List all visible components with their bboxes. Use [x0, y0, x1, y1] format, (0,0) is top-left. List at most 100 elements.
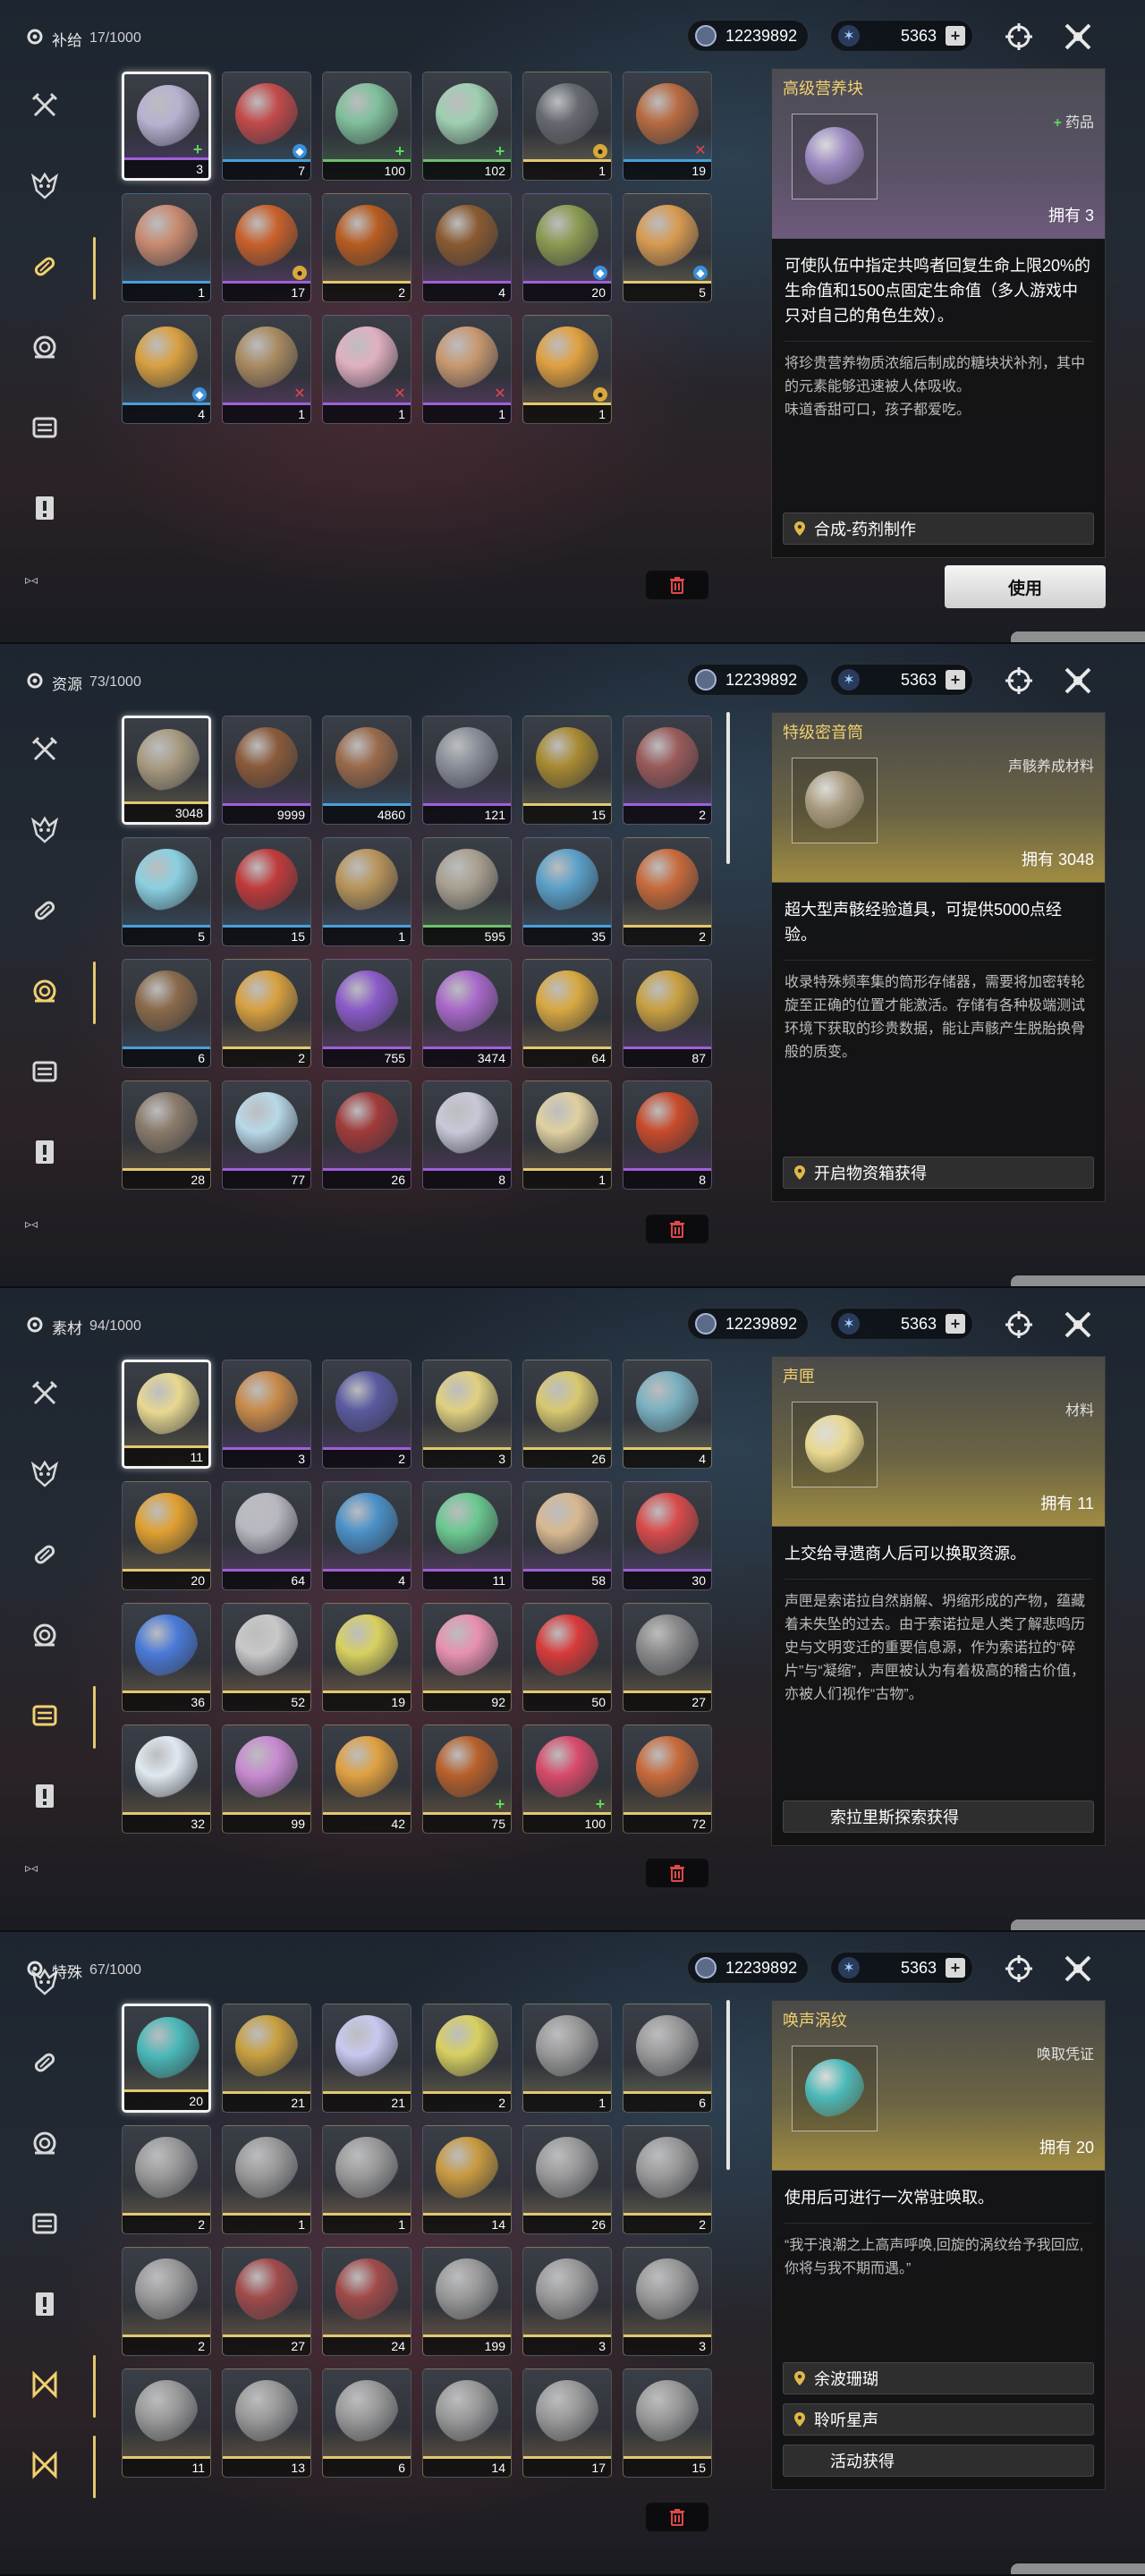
nav-material[interactable] — [27, 1055, 63, 1091]
item-slot[interactable]: 15 — [522, 716, 612, 825]
nav-material[interactable] — [27, 1699, 63, 1735]
item-slot[interactable]: 24 — [322, 2247, 411, 2356]
item-slot[interactable]: 8 — [623, 1080, 712, 1190]
item-slot[interactable]: 2 — [623, 837, 712, 946]
item-slot[interactable]: 199 — [422, 2247, 512, 2356]
close-button[interactable] — [1061, 1952, 1095, 1986]
item-slot[interactable]: 42 — [322, 1724, 411, 1834]
item-slot[interactable]: 1 — [122, 193, 211, 302]
close-button[interactable] — [1061, 664, 1095, 698]
item-slot[interactable]: 1 — [522, 1080, 612, 1190]
item-slot[interactable]: 1 — [322, 2125, 411, 2234]
item-slot[interactable]: 1 ✕ — [322, 315, 411, 424]
item-slot[interactable]: 19 — [322, 1603, 411, 1712]
item-slot[interactable]: 102 + — [422, 72, 512, 181]
add-currency-button[interactable]: + — [946, 26, 965, 46]
nav-combat[interactable] — [27, 1377, 63, 1413]
item-slot[interactable]: 15 — [222, 837, 311, 946]
item-slot[interactable]: 36 — [122, 1603, 211, 1712]
item-slot[interactable]: 20 — [122, 2004, 211, 2113]
item-slot[interactable]: 64 — [222, 1481, 311, 1590]
item-slot[interactable]: 14 — [422, 2368, 512, 2478]
source-entry[interactable]: 合成-药剂制作 — [783, 513, 1094, 545]
item-slot[interactable]: 58 — [522, 1481, 612, 1590]
item-slot[interactable]: 13 — [222, 2368, 311, 2478]
nav-quest-item[interactable] — [27, 492, 63, 528]
item-slot[interactable]: 26 — [522, 1360, 612, 1469]
nav-supply[interactable] — [27, 250, 63, 286]
item-slot[interactable]: 3 — [222, 1360, 311, 1469]
close-button[interactable] — [1061, 1308, 1095, 1342]
item-slot[interactable]: 4 — [623, 1360, 712, 1469]
item-slot[interactable]: 32 — [122, 1724, 211, 1834]
item-slot[interactable]: 50 — [522, 1603, 612, 1712]
item-slot[interactable]: 3 — [422, 1360, 512, 1469]
item-slot[interactable]: 17 — [522, 2368, 612, 2478]
source-entry[interactable]: 聆听星声 — [783, 2403, 1094, 2436]
item-slot[interactable]: 755 — [322, 959, 411, 1068]
item-slot[interactable]: 100 + — [322, 72, 411, 181]
item-slot[interactable]: 2 — [322, 1360, 411, 1469]
discard-button[interactable] — [646, 2503, 708, 2531]
item-slot[interactable]: 1 ● — [522, 72, 612, 181]
nav-supply[interactable] — [27, 1538, 63, 1574]
sort-filter-button[interactable] — [1002, 1308, 1036, 1342]
item-slot[interactable]: 1 — [322, 837, 411, 946]
item-slot[interactable]: 30 — [623, 1481, 712, 1590]
sort-filter-button[interactable] — [1002, 20, 1036, 54]
item-slot[interactable]: 2 — [322, 193, 411, 302]
sort-filter-button[interactable] — [1002, 664, 1036, 698]
item-slot[interactable]: 5 ◆ — [623, 193, 712, 302]
nav-resource[interactable] — [27, 975, 63, 1011]
discard-button[interactable] — [646, 1859, 708, 1887]
item-slot[interactable]: 27 — [222, 2247, 311, 2356]
nav-resource[interactable] — [27, 1619, 63, 1655]
nav-special[interactable] — [27, 2368, 63, 2404]
item-slot[interactable]: 15 — [623, 2368, 712, 2478]
item-slot[interactable]: 2 — [122, 2125, 211, 2234]
item-slot[interactable]: 2 — [422, 2004, 512, 2113]
source-entry[interactable]: 索拉里斯探索获得 — [783, 1801, 1094, 1833]
item-slot[interactable]: 3048 — [122, 716, 211, 825]
collapse-toggle[interactable]: ▹◃ — [25, 572, 64, 590]
collapse-toggle[interactable]: ▹◃ — [25, 1216, 64, 1234]
item-slot[interactable]: 52 — [222, 1603, 311, 1712]
item-slot[interactable]: 3 — [623, 2247, 712, 2356]
nav-echo-mask[interactable] — [27, 170, 63, 206]
item-slot[interactable]: 20 — [122, 1481, 211, 1590]
item-slot[interactable]: 75 + — [422, 1724, 512, 1834]
nav-supply[interactable] — [27, 894, 63, 930]
add-currency-button[interactable]: + — [946, 1314, 965, 1334]
add-currency-button[interactable]: + — [946, 670, 965, 690]
item-slot[interactable]: 2 — [222, 959, 311, 1068]
item-slot[interactable]: 121 — [422, 716, 512, 825]
item-slot[interactable]: 1 ● — [522, 315, 612, 424]
close-button[interactable] — [1061, 20, 1095, 54]
item-slot[interactable]: 6 — [623, 2004, 712, 2113]
item-slot[interactable]: 5 — [122, 837, 211, 946]
item-slot[interactable]: 1 ✕ — [422, 315, 512, 424]
item-slot[interactable]: 11 — [422, 1481, 512, 1590]
item-slot[interactable]: 4 — [322, 1481, 411, 1590]
item-slot[interactable]: 9999 — [222, 716, 311, 825]
item-slot[interactable]: 64 — [522, 959, 612, 1068]
item-slot[interactable]: 595 — [422, 837, 512, 946]
nav-echo-mask[interactable] — [27, 1458, 63, 1494]
sort-filter-button[interactable] — [1002, 1952, 1036, 1986]
item-slot[interactable]: 35 — [522, 837, 612, 946]
discard-button[interactable] — [646, 571, 708, 599]
item-slot[interactable]: 8 — [422, 1080, 512, 1190]
nav-combat[interactable] — [27, 733, 63, 769]
source-entry[interactable]: 余波珊瑚 — [783, 2362, 1094, 2394]
add-currency-button[interactable]: + — [946, 1958, 965, 1978]
item-slot[interactable]: 3 + — [122, 72, 211, 181]
item-slot[interactable]: 1 — [222, 2125, 311, 2234]
item-slot[interactable]: 17 ● — [222, 193, 311, 302]
source-entry[interactable]: 开启物资箱获得 — [783, 1157, 1094, 1189]
item-slot[interactable]: 2 — [623, 2125, 712, 2234]
item-slot[interactable]: 26 — [522, 2125, 612, 2234]
nav-supply[interactable] — [27, 2046, 63, 2082]
discard-button[interactable] — [646, 1215, 708, 1243]
grid-scrollbar[interactable] — [726, 712, 730, 864]
item-slot[interactable]: 2 — [623, 716, 712, 825]
